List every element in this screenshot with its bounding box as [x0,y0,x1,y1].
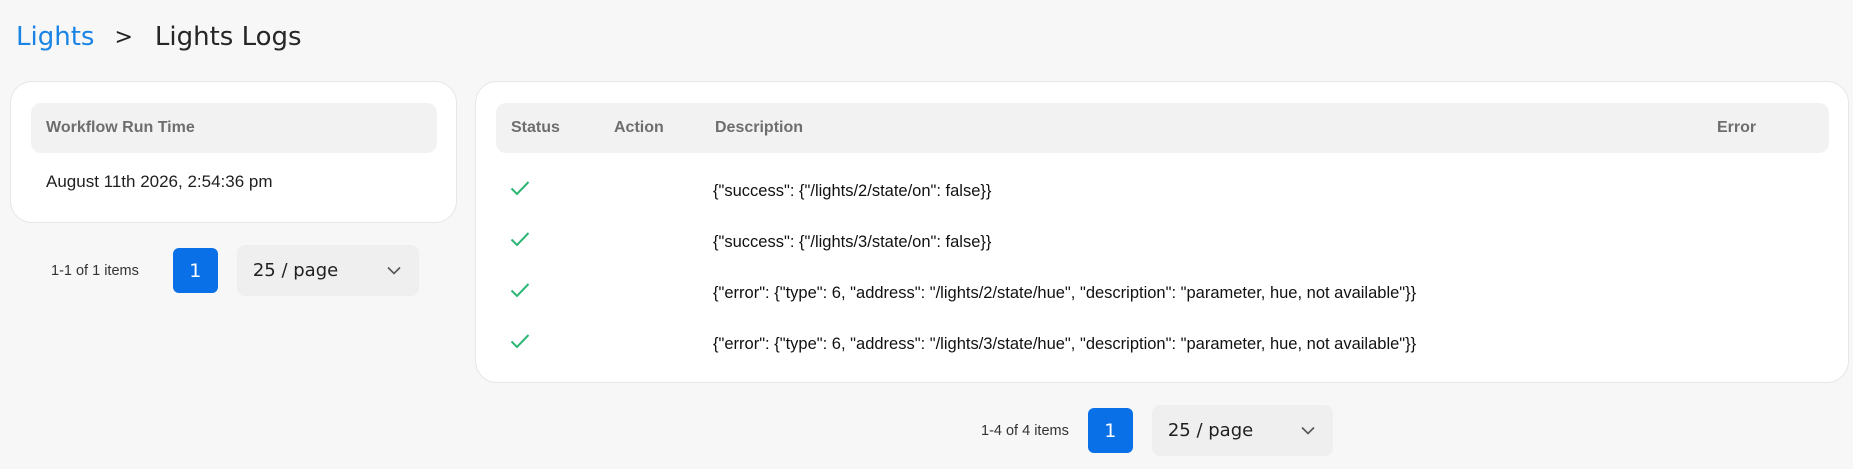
table-row[interactable]: {"error": {"type": 6, "address": "/light… [496,272,1829,323]
column-header-error[interactable]: Error [1717,119,1756,137]
column-header-description[interactable]: Description [715,119,803,137]
run-time-cell: August 11th 2026, 2:54:36 pm [46,172,273,191]
success-check-icon [510,283,530,298]
pagination-count: 1-1 of 1 items [51,262,139,279]
page-title: Lights Logs [154,22,302,52]
column-header-action[interactable]: Action [614,119,664,137]
table-header: Status Action Description Error [496,103,1829,153]
page-button-1[interactable]: 1 [172,248,218,293]
table-header: Workflow Run Time [31,103,437,153]
breadcrumb-separator: > [114,24,133,50]
success-check-icon [510,232,530,247]
table-row-run[interactable]: August 11th 2026, 2:54:36 pm [46,172,273,192]
page-size-select[interactable]: 25 / page [1151,405,1333,456]
success-check-icon [510,334,530,349]
pagination-count: 1-4 of 4 items [981,422,1069,439]
column-header-status[interactable]: Status [511,119,560,137]
table-row[interactable]: {"error": {"type": 6, "address": "/light… [496,323,1829,374]
description-cell: {"success": {"/lights/2/state/on": false… [713,182,992,200]
description-cell: {"error": {"type": 6, "address": "/light… [713,335,1417,353]
breadcrumb-link-lights[interactable]: Lights [16,22,94,52]
column-header-run-time[interactable]: Workflow Run Time [46,119,195,137]
lights-logs-table: Status Action Description Error {"succes… [475,81,1849,383]
page-size-value: 25 / page [252,260,339,281]
table-row[interactable]: {"success": {"/lights/3/state/on": false… [496,221,1829,272]
chevron-down-icon [387,266,401,275]
description-cell: {"error": {"type": 6, "address": "/light… [713,284,1417,302]
chevron-down-icon [1301,426,1315,435]
page-size-select[interactable]: 25 / page [236,245,419,296]
table-row[interactable]: {"success": {"/lights/2/state/on": false… [496,170,1829,221]
page-size-value: 25 / page [1167,420,1254,441]
workflow-runs-table: Workflow Run Time August 11th 2026, 2:54… [10,81,457,223]
page-button-1[interactable]: 1 [1087,408,1133,453]
runs-pagination: 1-1 of 1 items 1 25 / page [51,245,419,296]
success-check-icon [510,181,530,196]
breadcrumb: Lights > Lights Logs [16,22,302,52]
description-cell: {"success": {"/lights/3/state/on": false… [713,233,992,251]
logs-pagination: 1-4 of 4 items 1 25 / page [981,405,1333,456]
